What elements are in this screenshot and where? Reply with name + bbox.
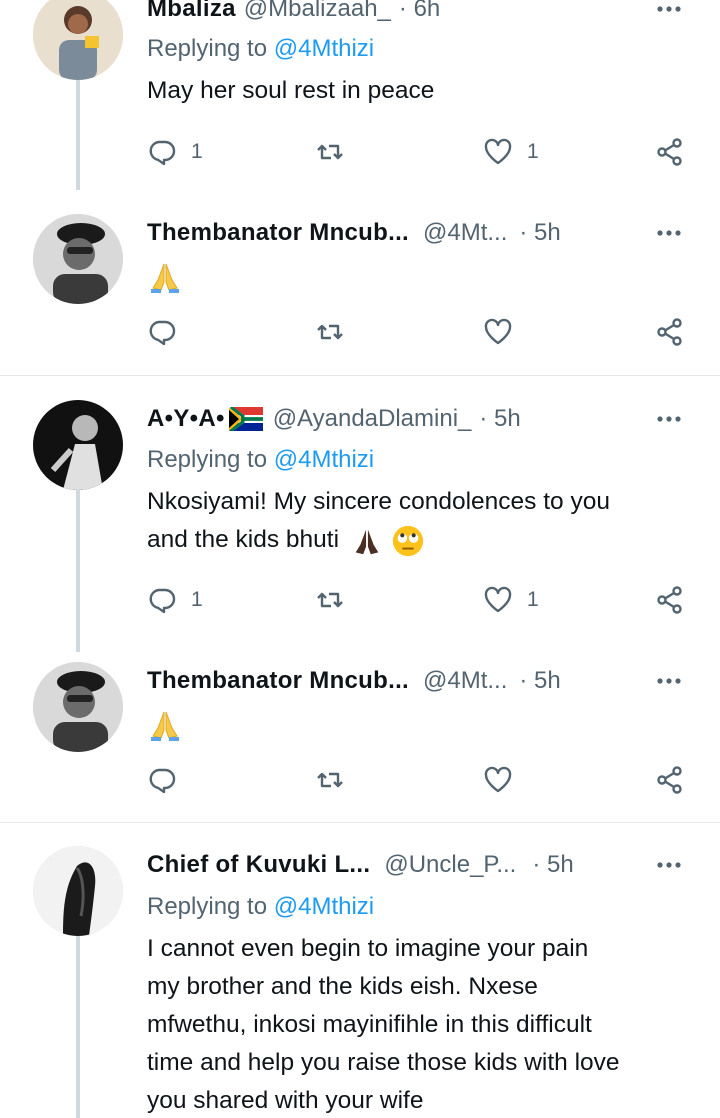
retweet-button[interactable]	[315, 762, 345, 798]
share-icon	[657, 138, 682, 166]
divider	[0, 375, 720, 376]
retweet-button[interactable]	[315, 582, 345, 618]
tweet-text: I cannot even begin to imagine your pain…	[147, 930, 697, 1118]
timestamp[interactable]: · 5h	[532, 850, 573, 880]
tweet-text-line: mfwethu, inkosi mayinifihle in this diff…	[147, 1011, 592, 1038]
reply-button[interactable]	[147, 314, 177, 350]
share-button[interactable]	[655, 762, 685, 798]
mention-link[interactable]: @4Mthizi	[274, 35, 374, 62]
heart-icon	[484, 138, 512, 165]
author-name[interactable]: Thembanator Mncub...	[147, 666, 409, 696]
author-name[interactable]: Chief of Kuvuki L...	[147, 850, 370, 880]
reply-button[interactable]: 1	[147, 582, 203, 618]
retweet-icon	[317, 772, 343, 788]
like-count: 1	[527, 140, 539, 163]
more-icon[interactable]	[654, 218, 684, 248]
heart-icon	[484, 318, 512, 345]
retweet-icon	[317, 144, 343, 160]
author-handle[interactable]: @4Mt...	[423, 218, 507, 248]
avatar[interactable]	[33, 400, 123, 490]
author-handle[interactable]: @Mbalizaah_	[244, 0, 391, 24]
author-handle[interactable]: @4Mt...	[423, 666, 507, 696]
tweet-5[interactable]: Chief of Kuvuki L... @Uncle_P... · 5h Re…	[0, 846, 720, 1118]
more-icon[interactable]	[654, 850, 684, 880]
share-icon	[657, 318, 682, 346]
retweet-icon	[317, 324, 343, 340]
avatar[interactable]	[33, 662, 123, 752]
reply-count: 1	[191, 140, 203, 163]
share-button[interactable]	[655, 582, 685, 618]
south-africa-flag-icon	[228, 407, 263, 431]
like-button[interactable]: 1	[483, 134, 539, 170]
like-count: 1	[527, 588, 539, 611]
action-bar: 1 1	[147, 134, 707, 170]
retweet-button[interactable]	[315, 314, 345, 350]
thread-line	[76, 490, 80, 652]
action-bar: 1 1	[147, 582, 707, 618]
tweet-text-line: you shared with your wife	[147, 1087, 424, 1114]
avatar[interactable]	[33, 846, 123, 936]
share-button[interactable]	[655, 134, 685, 170]
author-handle[interactable]: @Uncle_P...	[384, 850, 516, 880]
author-name[interactable]: Thembanator Mncub...	[147, 218, 409, 248]
replying-to: Replying to @4Mthizi	[147, 893, 375, 920]
more-icon[interactable]	[654, 0, 684, 24]
heart-icon	[484, 766, 512, 793]
like-button[interactable]: 1	[483, 582, 539, 618]
tweet-text-line: my brother and the kids eish. Nxese	[147, 973, 538, 1000]
divider	[0, 822, 720, 823]
more-icon[interactable]	[654, 404, 684, 434]
tweet-4[interactable]: Thembanator Mncub... @4Mt... · 5h	[0, 662, 720, 822]
reply-button[interactable]: 1	[147, 134, 203, 170]
tweet-3[interactable]: A•Y•A• @AyandaDlamini_ · 5h Replying to …	[0, 400, 720, 652]
mention-link[interactable]: @4Mthizi	[274, 893, 374, 920]
folded-hands-emoji	[151, 711, 179, 741]
tweet-1[interactable]: Mbaliza @Mbalizaah_ · 6h Replying to @4M…	[0, 0, 720, 190]
reply-icon	[149, 768, 176, 794]
tweet-2[interactable]: Thembanator Mncub... @4Mt... · 5h	[0, 214, 720, 374]
timestamp[interactable]: · 5h	[519, 666, 560, 696]
action-bar	[147, 762, 707, 798]
tweet-text	[147, 256, 697, 294]
author-name[interactable]: Mbaliza	[147, 0, 236, 24]
timestamp[interactable]: · 5h	[479, 404, 520, 434]
like-button[interactable]	[483, 762, 513, 798]
reply-icon	[149, 140, 176, 166]
tweet-text-line: Nkosiyami! My sincere condolences to you	[147, 488, 610, 515]
share-icon	[657, 766, 682, 794]
like-button[interactable]	[483, 314, 513, 350]
tweet-text	[147, 704, 697, 742]
avatar[interactable]	[33, 0, 123, 80]
reply-button[interactable]	[147, 762, 177, 798]
share-icon	[657, 586, 682, 614]
replying-to: Replying to @4Mthizi	[147, 35, 375, 62]
retweet-button[interactable]	[315, 134, 345, 170]
tweet-text-line: I cannot even begin to imagine your pain	[147, 935, 589, 962]
reply-icon	[149, 320, 176, 346]
reply-count: 1	[191, 588, 203, 611]
folded-hands-emoji	[151, 263, 179, 293]
folded-hands-dark-emoji	[355, 529, 379, 554]
tweet-text-line-2: and the kids bhuti	[147, 521, 697, 559]
timestamp[interactable]: · 6h	[399, 0, 440, 24]
replying-to: Replying to @4Mthizi	[147, 446, 375, 473]
face-rolling-eyes-emoji	[392, 525, 423, 556]
thread-line	[76, 80, 80, 190]
share-button[interactable]	[655, 314, 685, 350]
thread-line	[76, 936, 80, 1118]
action-bar	[147, 314, 707, 350]
mention-link[interactable]: @4Mthizi	[274, 446, 374, 473]
reply-icon	[149, 588, 176, 614]
retweet-icon	[317, 592, 343, 608]
avatar[interactable]	[33, 214, 123, 304]
author-name[interactable]: A•Y•A•	[147, 404, 225, 434]
tweet-text: Nkosiyami! My sincere condolences to you…	[147, 483, 697, 559]
more-icon[interactable]	[654, 666, 684, 696]
author-handle[interactable]: @AyandaDlamini_	[273, 404, 472, 434]
heart-icon	[484, 586, 512, 613]
tweet-text-line: time and help you raise those kids with …	[147, 1049, 620, 1076]
timestamp[interactable]: · 5h	[519, 218, 560, 248]
tweet-text: May her soul rest in peace	[147, 77, 435, 104]
